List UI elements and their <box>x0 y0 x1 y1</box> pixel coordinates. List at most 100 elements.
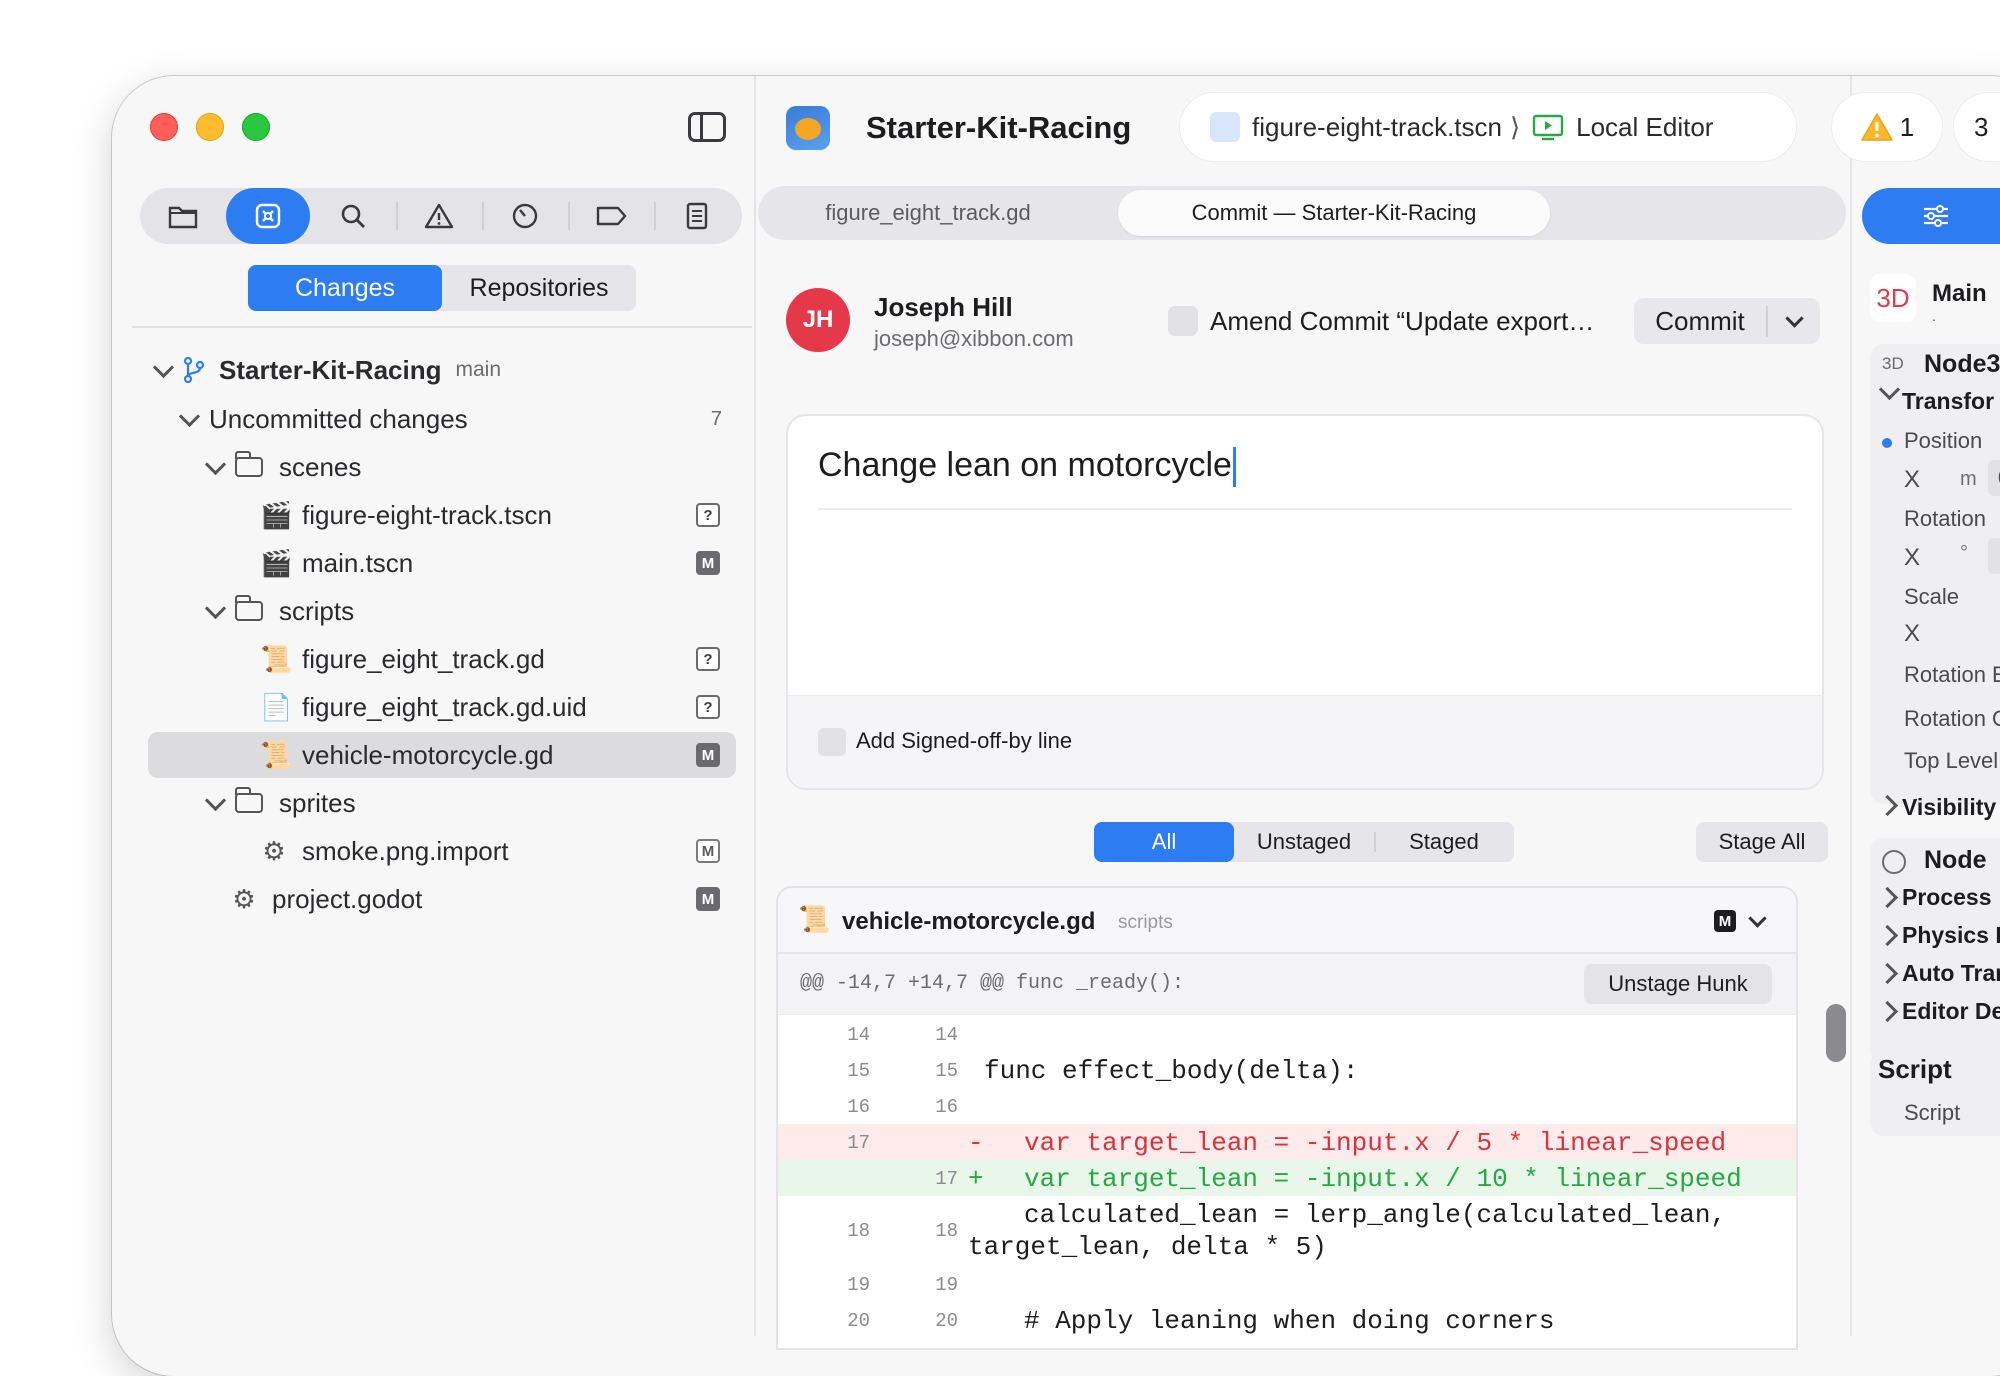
commit-button-group: Commit <box>1634 298 1820 344</box>
repo-row[interactable]: Starter-Kit-Racing main <box>152 346 501 394</box>
chevron-down-icon[interactable] <box>178 405 201 427</box>
chevron-down-icon[interactable] <box>1878 378 1901 401</box>
folder-row-sprites[interactable]: sprites <box>204 779 356 827</box>
hunk-header: @@ -14,7 +14,7 @@ func _ready(): Unstage… <box>778 954 1796 1015</box>
chevron-right-icon <box>1876 1000 1899 1023</box>
signoff-checkbox[interactable] <box>818 728 846 756</box>
node-class-tag: 3D <box>1882 354 1904 373</box>
commit-options-button[interactable] <box>1768 308 1820 328</box>
transform-header[interactable]: Transfor <box>1902 388 1994 415</box>
commit-message-field[interactable]: Change lean on motorcycle <box>818 446 1236 488</box>
scheme-target: figure-eight-track.tscn <box>1252 111 1502 142</box>
node-section: Node Process Physics I Auto Trar Editor … <box>1870 838 2000 1064</box>
status-badge: M <box>1714 910 1736 932</box>
diff-line[interactable]: 15 15 func effect_body(delta): <box>778 1052 1796 1088</box>
diff-view: 📜 vehicle-motorcycle.gd scripts M @@ -14… <box>778 888 1796 1348</box>
position-x-field[interactable]: 0 <box>1988 460 2000 496</box>
amend-commit-checkbox[interactable] <box>1168 306 1198 336</box>
stage-all-button[interactable]: Stage All <box>1696 822 1828 862</box>
warnings-indicator[interactable]: 1 <box>1832 93 1942 161</box>
close-window-button[interactable] <box>150 113 178 141</box>
diff-line[interactable]: 14 14 <box>778 1016 1796 1052</box>
folder-icon[interactable] <box>140 188 226 244</box>
file-row[interactable]: 🎬 main.tscn M <box>260 539 720 587</box>
tab-commit[interactable]: Commit — Starter-Kit-Racing <box>1118 190 1550 236</box>
message-divider <box>818 508 1792 510</box>
navigator-editor-divider[interactable] <box>754 76 756 1336</box>
diff-line[interactable]: 16 16 <box>778 1088 1796 1124</box>
inspector-toggle-button[interactable] <box>1862 188 2000 244</box>
visibility-row[interactable]: Visibility <box>1870 788 2000 828</box>
old-line-number: 20 <box>847 1310 870 1332</box>
sidebar-toggle-icon[interactable] <box>688 112 726 142</box>
search-icon[interactable] <box>310 188 396 244</box>
filter-unstaged[interactable]: Unstaged <box>1234 822 1374 862</box>
diff-marker: + <box>968 1164 984 1194</box>
chevron-right-icon <box>1876 962 1899 985</box>
script-header: Script <box>1878 1054 1952 1084</box>
report-icon[interactable] <box>654 188 740 244</box>
process-header[interactable]: Process <box>1902 884 1992 911</box>
folder-row-scenes[interactable]: scenes <box>204 443 362 491</box>
file-row[interactable]: 🎬 figure-eight-track.tscn ? <box>260 491 720 539</box>
filter-all[interactable]: All <box>1094 822 1234 862</box>
status-badge: M <box>696 551 720 575</box>
editor-inspector-divider[interactable] <box>1850 76 1852 1336</box>
segment-changes[interactable]: Changes <box>248 265 442 311</box>
file-name: main.tscn <box>302 547 414 578</box>
chevron-down-icon[interactable] <box>204 789 227 811</box>
tag-icon[interactable] <box>568 188 654 244</box>
diff-line[interactable]: 19 19 <box>778 1266 1796 1302</box>
editor-description-header[interactable]: Editor De <box>1902 998 2000 1025</box>
gauge-icon[interactable] <box>482 188 568 244</box>
node-subtitle: . <box>1932 308 1936 324</box>
chevron-down-icon[interactable] <box>204 453 227 475</box>
new-line-number: 14 <box>935 1024 958 1046</box>
diff-line-removed[interactable]: 17 - var target_lean = -input.x / 5 * li… <box>778 1124 1796 1160</box>
navigator-toolbar <box>140 188 742 244</box>
old-line-number: 18 <box>847 1220 870 1242</box>
rotation-x-field[interactable] <box>1988 538 2000 574</box>
hunk-header-text: @@ -14,7 +14,7 @@ func _ready(): <box>800 972 1185 995</box>
new-line-number: 17 <box>935 1168 958 1190</box>
file-row[interactable]: 📜 figure_eight_track.gd ? <box>260 635 720 683</box>
uncommitted-changes-row[interactable]: Uncommitted changes 7 <box>178 395 722 443</box>
node3d-section: 3D Node3 Transfor Position X m 0 Rotatio… <box>1870 344 2000 804</box>
diff-file-header[interactable]: 📜 vehicle-motorcycle.gd scripts M <box>778 888 1796 954</box>
source-control-icon[interactable] <box>226 188 310 244</box>
new-line-number: 15 <box>935 1060 958 1082</box>
unstage-hunk-button[interactable]: Unstage Hunk <box>1584 964 1772 1004</box>
chevron-down-icon[interactable] <box>204 597 227 619</box>
commit-message-box[interactable]: Change lean on motorcycle Add Signed-off… <box>788 416 1822 788</box>
warning-icon[interactable] <box>396 188 482 244</box>
diff-scrollbar-thumb[interactable] <box>1826 1004 1846 1062</box>
folder-icon <box>235 595 263 621</box>
scale-label: Scale <box>1904 584 1960 609</box>
minimize-window-button[interactable] <box>196 113 224 141</box>
tab-script[interactable]: figure_eight_track.gd <box>758 190 1098 236</box>
diff-line[interactable]: 20 20 # Apply leaning when doing corners <box>778 1302 1796 1338</box>
segment-repositories[interactable]: Repositories <box>442 265 636 311</box>
folder-row-scripts[interactable]: scripts <box>204 587 354 635</box>
commit-button[interactable]: Commit <box>1634 305 1768 337</box>
chevron-down-icon[interactable] <box>1748 909 1767 928</box>
filter-staged[interactable]: Staged <box>1374 822 1514 862</box>
folder-icon <box>235 787 263 813</box>
file-row[interactable]: ⚙ smoke.png.import M <box>260 827 720 875</box>
commit-message-text: Change lean on motorcycle <box>818 446 1232 484</box>
diff-line[interactable]: 18 18 calculated_lean = lerp_angle(calcu… <box>778 1196 1796 1266</box>
folder-label: scenes <box>279 451 362 482</box>
file-row[interactable]: 📄 figure_eight_track.gd.uid ? <box>260 683 720 731</box>
visibility-header: Visibility <box>1902 794 1997 820</box>
file-name: figure_eight_track.gd.uid <box>302 691 587 722</box>
scheme-selector[interactable]: figure-eight-track.tscn ⟩ Local Editor <box>1180 93 1796 161</box>
chevron-down-icon[interactable] <box>152 356 175 378</box>
modified-dot-icon <box>1882 438 1892 448</box>
auto-translate-header[interactable]: Auto Trar <box>1902 960 2000 987</box>
zoom-window-button[interactable] <box>242 113 270 141</box>
file-row-selected[interactable]: 📜 vehicle-motorcycle.gd M <box>260 731 720 779</box>
diff-line-added[interactable]: 17 + var target_lean = -input.x / 10 * l… <box>778 1160 1796 1196</box>
file-row[interactable]: ⚙ project.godot M <box>230 875 720 923</box>
physics-header[interactable]: Physics I <box>1902 922 2000 949</box>
diff-file-path: scripts <box>1118 912 1173 933</box>
